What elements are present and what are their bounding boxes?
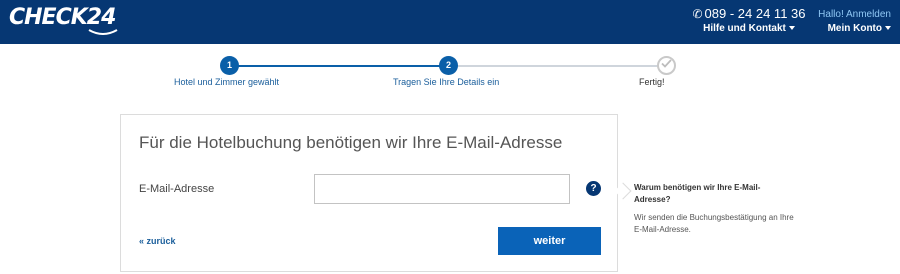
step-2-indicator: 2 <box>439 56 458 75</box>
info-box: Warum benötigen wir Ihre E-Mail-Adresse?… <box>634 182 794 236</box>
checkmark-icon <box>661 59 672 68</box>
form-title: Für die Hotelbuchung benötigen wir Ihre … <box>139 133 563 152</box>
question-icon[interactable]: ? <box>586 181 601 196</box>
chevron-down-icon <box>885 26 891 31</box>
email-label: E-Mail-Adresse <box>139 183 215 195</box>
logo-swoosh-icon <box>88 29 118 35</box>
back-link[interactable]: « zurück <box>139 236 176 246</box>
booking-progress: 1 2 Hotel und Zimmer gewählt Tragen Sie … <box>0 54 900 94</box>
help-contact-label: Hilfe und Kontakt <box>703 23 786 34</box>
top-header-bar: CHECK24 ✆ 089 - 24 24 11 36 Hilfe und Kon… <box>0 0 900 44</box>
account-label: Mein Konto <box>827 23 882 34</box>
check24-logo[interactable]: CHECK24 <box>9 6 116 30</box>
step-3-indicator <box>657 56 676 75</box>
progress-line-pending <box>448 65 666 67</box>
tooltip-pointer <box>614 182 632 200</box>
contact-block: ✆ 089 - 24 24 11 36 Hilfe und Kontakt <box>690 7 808 36</box>
account-block: Hallo! Anmelden Mein Konto <box>818 8 891 36</box>
progress-line-completed <box>229 65 448 67</box>
step-2-label: Tragen Sie Ihre Details ein <box>393 77 500 87</box>
info-text: Wir senden die Buchungsbestätigung an Ih… <box>634 213 794 234</box>
next-button[interactable]: weiter <box>498 227 601 255</box>
login-link[interactable]: Hallo! Anmelden <box>818 8 891 21</box>
help-contact-menu[interactable]: Hilfe und Kontakt <box>690 22 808 36</box>
step-1-label: Hotel und Zimmer gewählt <box>174 77 280 87</box>
phone-number: 089 - 24 24 11 36 <box>704 6 806 21</box>
account-menu[interactable]: Mein Konto <box>818 22 891 36</box>
email-input[interactable] <box>314 174 570 204</box>
phone-line: ✆ 089 - 24 24 11 36 <box>690 6 808 22</box>
info-title: Warum benötigen wir Ihre E-Mail-Adresse? <box>634 183 761 204</box>
step-1-indicator: 1 <box>220 56 239 75</box>
email-form-card: Für die Hotelbuchung benötigen wir Ihre … <box>120 114 632 272</box>
step-3-label: Fertig! <box>639 77 665 87</box>
phone-icon: ✆ <box>692 7 703 21</box>
chevron-down-icon <box>788 26 795 31</box>
